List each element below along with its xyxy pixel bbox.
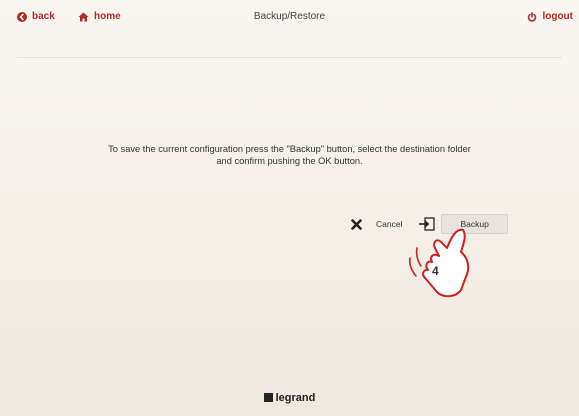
message-line-2: and confirm pushing the OK button. <box>216 156 363 166</box>
message-line-1: To save the current configuration press … <box>108 144 471 154</box>
logout-button[interactable]: logout <box>527 11 573 22</box>
cancel-x-icon <box>351 218 362 230</box>
cancel-label: Cancel <box>376 219 403 229</box>
page-title: Backup/Restore <box>253 11 326 22</box>
top-bar: back home Backup/Restore logout <box>0 0 579 38</box>
brand-name: legrand <box>275 392 316 404</box>
callout-number: 4 <box>432 264 439 278</box>
header-divider <box>17 57 562 58</box>
power-icon <box>528 11 537 22</box>
cancel-button[interactable]: Cancel <box>351 218 403 230</box>
background <box>0 0 579 416</box>
brand-square-icon <box>263 393 273 402</box>
logout-label: logout <box>542 11 573 22</box>
instruction-message: To save the current configuration press … <box>0 143 579 167</box>
brand-logo: legrand <box>0 392 579 404</box>
pointing-hand-icon: 4 <box>408 228 470 298</box>
